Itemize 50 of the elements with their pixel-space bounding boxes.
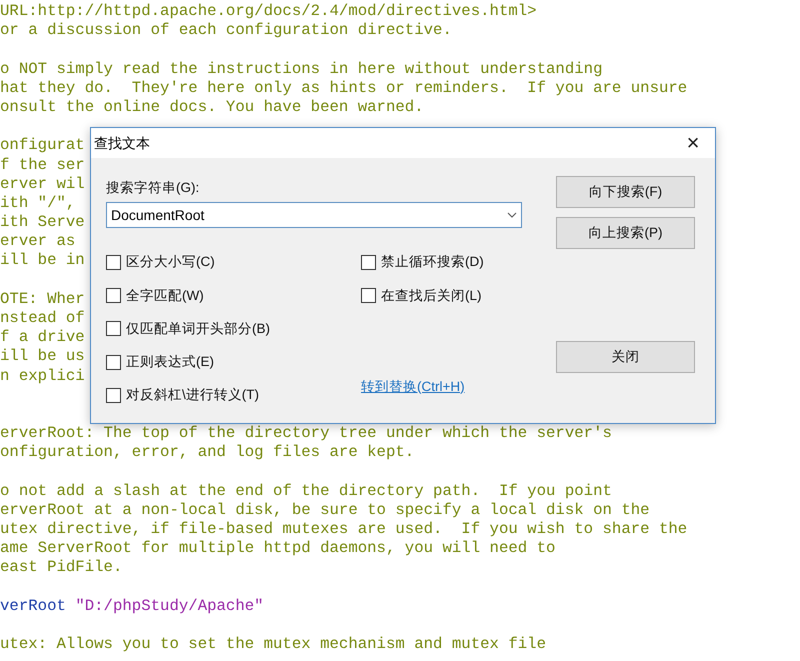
- checkbox[interactable]: [106, 388, 121, 403]
- search-button[interactable]: 向下搜索(F): [556, 176, 695, 208]
- checkbox-label: 在查找后关闭(L): [381, 286, 482, 305]
- code-text: ith Serve: [0, 213, 85, 232]
- checkbox[interactable]: [106, 321, 121, 336]
- code-text: n explici: [0, 366, 85, 386]
- code-text: onfiguration, error, and log files are kept.: [0, 443, 414, 462]
- code-text: OTE: Wher: [0, 290, 85, 309]
- code-text: o not add a slash at the end of the directory path. If you point: [0, 482, 612, 501]
- code-text: utex directive, if file-based mutexes are used. If you wish to share the: [0, 520, 688, 540]
- checkbox-label: 全字匹配(W): [126, 286, 204, 305]
- code-text: ill be in: [0, 251, 85, 271]
- checkbox-label: 对反斜杠\进行转义(T): [126, 386, 259, 404]
- code-text: nstead of: [0, 309, 85, 328]
- code-text: or a discussion of each configuration directive.: [0, 21, 452, 40]
- code-text: onsult the online docs. You have been warned.: [0, 98, 424, 118]
- checkbox-label: 正则表达式(E): [126, 353, 214, 371]
- code-text: o NOT simply read the instructions in here without understanding: [0, 60, 602, 79]
- code-text: erver wil: [0, 174, 85, 194]
- search-button[interactable]: 向上搜索(P): [556, 217, 695, 249]
- code-text: erver as: [0, 232, 76, 252]
- code-text: east PidFile.: [0, 558, 122, 578]
- code-text: f the ser: [0, 156, 85, 175]
- code-text: onfigurat: [0, 136, 85, 156]
- checkbox-label: 仅匹配单词开头部分(B): [126, 320, 270, 338]
- checkbox-label: 禁止循环搜索(D): [381, 253, 484, 272]
- replace-link[interactable]: 转到替换(Ctrl+H): [361, 376, 484, 397]
- code-text: f a drive: [0, 328, 85, 348]
- code-text: ame ServerRoot for multiple httpd daemons, you will need to: [0, 539, 556, 558]
- code-text: erverRoot at a non-local disk, be sure to specify a local disk on the: [0, 500, 650, 520]
- checkbox[interactable]: [106, 354, 121, 370]
- search-combo-field[interactable]: DocumentRoot: [106, 202, 522, 228]
- code-text: URL:http://httpd.apache.org/docs/2.4/mod/directives.html>: [0, 2, 537, 22]
- code-text: hat they do. They're here only as hints or reminders. If you are unsure: [0, 78, 688, 98]
- code-text: ith "/",: [0, 194, 76, 214]
- code-text: erverRoot: The top of the directory tree under which the server's: [0, 424, 612, 444]
- chevron-down-icon: [507, 212, 517, 218]
- checkbox-label: 区分大小写(C): [126, 253, 215, 272]
- window-title: 查找文本: [94, 134, 150, 152]
- checkbox[interactable]: [361, 254, 376, 270]
- checkbox[interactable]: [361, 288, 376, 304]
- close-button[interactable]: ×: [671, 128, 715, 158]
- code-text: "D:/phpStudy/Apache": [75, 596, 264, 616]
- checkbox[interactable]: [106, 254, 121, 270]
- search-label: 搜索字符串(G):: [106, 179, 200, 197]
- close-dialog-button[interactable]: 关闭: [556, 341, 695, 373]
- code-text: utex: Allows you to set the mutex mechanism and mutex file: [0, 635, 546, 654]
- code-text: ill be us: [0, 347, 85, 367]
- checkbox[interactable]: [106, 288, 121, 304]
- code-text: verRoot: [0, 596, 67, 616]
